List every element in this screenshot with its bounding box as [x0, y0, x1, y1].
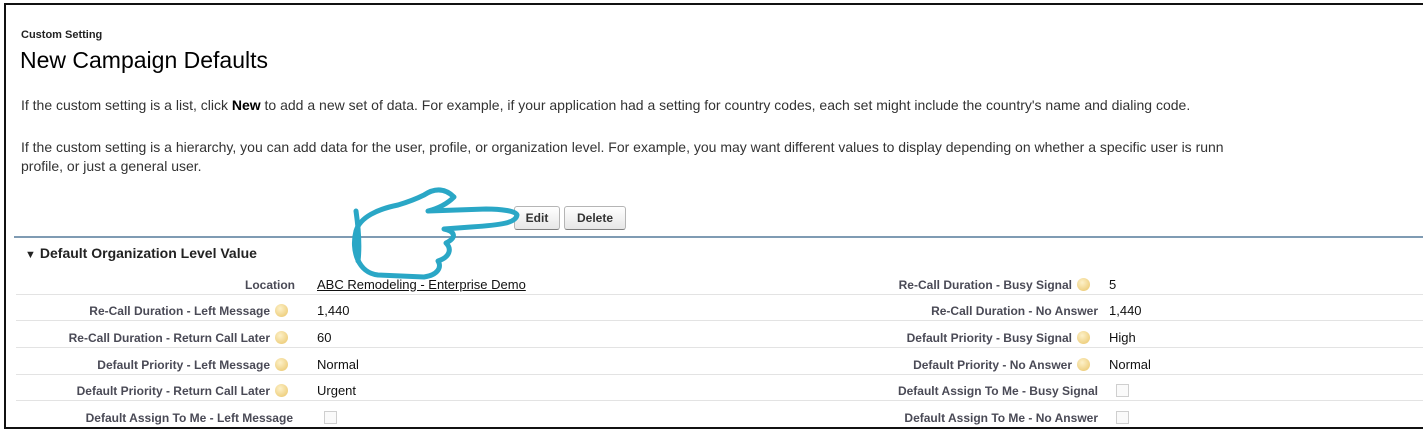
field-label-recall-left: Re-Call Duration - Left Message: [89, 303, 288, 318]
field-label-recall-return: Re-Call Duration - Return Call Later: [69, 330, 288, 345]
triangle-down-icon[interactable]: ▼: [25, 249, 36, 261]
detail-row: Default Assign To Me - Left Message Defa…: [6, 406, 1423, 427]
field-value-priority-return: Urgent: [317, 383, 357, 398]
field-value-location[interactable]: ABC Remodeling - Enterprise Demo: [317, 277, 526, 292]
help-bubble-icon[interactable]: [1077, 278, 1090, 292]
help-bubble-icon[interactable]: [275, 384, 288, 398]
field-value-priority-busy: High: [1109, 330, 1136, 345]
field-label-priority-left: Default Priority - Left Message: [97, 357, 288, 372]
field-label-assign-left: Default Assign To Me - Left Message: [85, 410, 293, 425]
help-bubble-icon[interactable]: [275, 331, 288, 345]
field-label-recall-noanswer: Re-Call Duration - No Answer: [931, 303, 1098, 318]
list-description: If the custom setting is a list, click N…: [21, 97, 1191, 113]
custom-setting-page: Custom Setting New Campaign Defaults If …: [4, 3, 1423, 429]
detail-row: Location ABC Remodeling - Enterprise Dem…: [6, 273, 1423, 295]
detail-row: Default Priority - Return Call Later Urg…: [6, 379, 1423, 401]
hierarchy-description-line1: If the custom setting is a hierarchy, yo…: [21, 139, 1224, 155]
field-label-priority-noanswer: Default Priority - No Answer: [913, 357, 1090, 372]
assign-left-checkbox: [324, 411, 337, 424]
field-label-priority-busy: Default Priority - Busy Signal: [907, 330, 1090, 345]
assign-busy-checkbox: [1116, 384, 1129, 397]
field-label-assign-busy: Default Assign To Me - Busy Signal: [897, 383, 1098, 398]
delete-button[interactable]: Delete: [564, 206, 626, 230]
location-link[interactable]: ABC Remodeling - Enterprise Demo: [317, 277, 526, 292]
new-keyword: New: [231, 97, 261, 113]
detail-row: Re-Call Duration - Return Call Later 60 …: [6, 326, 1423, 348]
field-label-assign-noanswer: Default Assign To Me - No Answer: [904, 410, 1098, 425]
field-label-location: Location: [245, 277, 295, 292]
help-bubble-icon[interactable]: [275, 304, 288, 318]
field-value-priority-left: Normal: [317, 357, 359, 372]
field-value-recall-left: 1,440: [317, 303, 350, 318]
detail-row: Default Priority - Left Message Normal D…: [6, 353, 1423, 375]
field-value-recall-busy: 5: [1109, 277, 1117, 292]
help-bubble-icon[interactable]: [1077, 358, 1090, 372]
field-label-priority-return: Default Priority - Return Call Later: [77, 383, 288, 398]
detail-row: Re-Call Duration - Left Message 1,440 Re…: [6, 299, 1423, 321]
section-header-default-org-value[interactable]: ▼ Default Organization Level Value: [25, 245, 257, 261]
field-value-recall-return: 60: [317, 330, 332, 345]
field-value-priority-noanswer: Normal: [1109, 357, 1151, 372]
assign-noanswer-checkbox: [1116, 411, 1129, 424]
page-title: New Campaign Defaults: [20, 47, 269, 73]
section-title: Default Organization Level Value: [39, 245, 257, 261]
field-value-recall-noanswer: 1,440: [1109, 303, 1142, 318]
setting-type-label: Custom Setting: [21, 29, 103, 41]
section-divider: [14, 236, 1423, 238]
field-label-recall-busy: Re-Call Duration - Busy Signal: [899, 277, 1090, 292]
hierarchy-description-line2: profile, or just a general user.: [21, 158, 202, 174]
edit-button[interactable]: Edit: [514, 206, 560, 230]
help-bubble-icon[interactable]: [1077, 331, 1090, 345]
help-bubble-icon[interactable]: [275, 358, 288, 372]
